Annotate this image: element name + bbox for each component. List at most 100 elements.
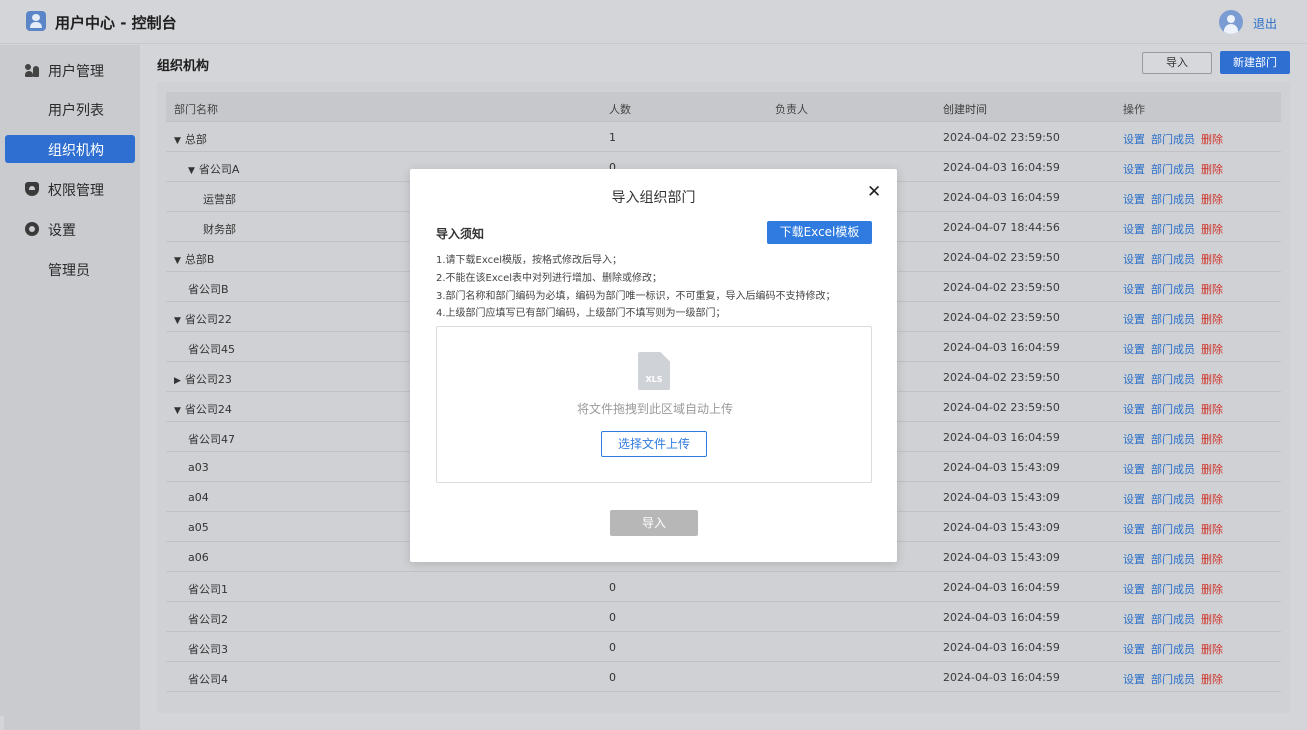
cell-ops: 设置 部门成员 删除 xyxy=(1123,581,1223,597)
header-ops: 操作 xyxy=(1123,103,1145,116)
delete-link[interactable]: 删除 xyxy=(1201,343,1223,356)
settings-link[interactable]: 设置 xyxy=(1123,193,1145,206)
settings-link[interactable]: 设置 xyxy=(1123,343,1145,356)
settings-link[interactable]: 设置 xyxy=(1123,493,1145,506)
settings-link[interactable]: 设置 xyxy=(1123,163,1145,176)
sidebar-item-label: 用户列表 xyxy=(48,103,104,119)
download-template-button[interactable]: 下载Excel模板 xyxy=(767,221,872,244)
sidebar-item-permissions[interactable]: 权限管理 xyxy=(0,175,140,203)
settings-link[interactable]: 设置 xyxy=(1123,433,1145,446)
members-link[interactable]: 部门成员 xyxy=(1151,163,1195,176)
cell-count: 0 xyxy=(609,611,616,624)
delete-link[interactable]: 删除 xyxy=(1201,643,1223,656)
settings-link[interactable]: 设置 xyxy=(1123,613,1145,626)
members-link[interactable]: 部门成员 xyxy=(1151,403,1195,416)
delete-link[interactable]: 删除 xyxy=(1201,253,1223,266)
cell-created: 2024-04-02 23:59:50 xyxy=(943,251,1060,264)
sidebar-item-admin[interactable]: 管理员 xyxy=(0,255,140,283)
settings-link[interactable]: 设置 xyxy=(1123,223,1145,236)
department-name: 省公司1 xyxy=(188,583,228,596)
cell-created: 2024-04-03 16:04:59 xyxy=(943,341,1060,354)
delete-link[interactable]: 删除 xyxy=(1201,583,1223,596)
sidebar-item-organization[interactable]: 组织机构 xyxy=(5,135,135,163)
header-owner: 负责人 xyxy=(775,103,808,116)
delete-link[interactable]: 删除 xyxy=(1201,523,1223,536)
sidebar-item-user-management[interactable]: 用户管理 xyxy=(0,56,140,84)
cell-ops: 设置 部门成员 删除 xyxy=(1123,461,1223,477)
members-link[interactable]: 部门成员 xyxy=(1151,673,1195,686)
modal-import-button[interactable]: 导入 xyxy=(610,510,698,536)
cell-name: ▼ 总部B xyxy=(174,251,214,267)
members-link[interactable]: 部门成员 xyxy=(1151,583,1195,596)
delete-link[interactable]: 删除 xyxy=(1201,613,1223,626)
settings-link[interactable]: 设置 xyxy=(1123,673,1145,686)
members-link[interactable]: 部门成员 xyxy=(1151,463,1195,476)
members-link[interactable]: 部门成员 xyxy=(1151,433,1195,446)
delete-link[interactable]: 删除 xyxy=(1201,163,1223,176)
delete-link[interactable]: 删除 xyxy=(1201,133,1223,146)
members-link[interactable]: 部门成员 xyxy=(1151,613,1195,626)
settings-link[interactable]: 设置 xyxy=(1123,133,1145,146)
settings-link[interactable]: 设置 xyxy=(1123,283,1145,296)
cell-count: 0 xyxy=(609,641,616,654)
expanded-caret-icon[interactable]: ▼ xyxy=(188,166,195,176)
members-link[interactable]: 部门成员 xyxy=(1151,133,1195,146)
cell-created: 2024-04-03 15:43:09 xyxy=(943,491,1060,504)
settings-link[interactable]: 设置 xyxy=(1123,583,1145,596)
user-avatar[interactable] xyxy=(1219,10,1243,34)
expanded-caret-icon[interactable]: ▼ xyxy=(174,406,181,416)
members-link[interactable]: 部门成员 xyxy=(1151,253,1195,266)
delete-link[interactable]: 删除 xyxy=(1201,433,1223,446)
delete-link[interactable]: 删除 xyxy=(1201,283,1223,296)
cell-name: ▼ 省公司22 xyxy=(174,311,232,327)
members-link[interactable]: 部门成员 xyxy=(1151,193,1195,206)
delete-link[interactable]: 删除 xyxy=(1201,553,1223,566)
members-link[interactable]: 部门成员 xyxy=(1151,643,1195,656)
members-link[interactable]: 部门成员 xyxy=(1151,523,1195,536)
members-link[interactable]: 部门成员 xyxy=(1151,493,1195,506)
cell-name: a03 xyxy=(188,461,209,474)
select-file-button[interactable]: 选择文件上传 xyxy=(601,431,707,457)
file-dropzone[interactable]: XLS 将文件拖拽到此区域自动上传 选择文件上传 xyxy=(436,326,872,483)
delete-link[interactable]: 删除 xyxy=(1201,313,1223,326)
cell-name: ▼ 省公司A xyxy=(188,161,239,177)
department-name: 省公司B xyxy=(188,283,229,296)
settings-link[interactable]: 设置 xyxy=(1123,553,1145,566)
settings-link[interactable]: 设置 xyxy=(1123,463,1145,476)
delete-link[interactable]: 删除 xyxy=(1201,463,1223,476)
members-link[interactable]: 部门成员 xyxy=(1151,283,1195,296)
settings-link[interactable]: 设置 xyxy=(1123,523,1145,536)
sidebar-item-settings[interactable]: 设置 xyxy=(0,215,140,243)
cell-name: 省公司B xyxy=(188,281,229,297)
settings-link[interactable]: 设置 xyxy=(1123,373,1145,386)
settings-link[interactable]: 设置 xyxy=(1123,403,1145,416)
members-link[interactable]: 部门成员 xyxy=(1151,223,1195,236)
import-button[interactable]: 导入 xyxy=(1142,52,1212,74)
settings-link[interactable]: 设置 xyxy=(1123,643,1145,656)
new-department-button[interactable]: 新建部门 xyxy=(1220,51,1290,74)
expanded-caret-icon[interactable]: ▼ xyxy=(174,316,181,326)
members-link[interactable]: 部门成员 xyxy=(1151,553,1195,566)
members-link[interactable]: 部门成员 xyxy=(1151,373,1195,386)
expanded-caret-icon[interactable]: ▼ xyxy=(174,256,181,266)
delete-link[interactable]: 删除 xyxy=(1201,193,1223,206)
sidebar-item-user-list[interactable]: 用户列表 xyxy=(0,95,140,123)
delete-link[interactable]: 删除 xyxy=(1201,493,1223,506)
logout-link[interactable]: 退出 xyxy=(1253,15,1277,32)
cell-name: 省公司1 xyxy=(188,581,228,597)
delete-link[interactable]: 删除 xyxy=(1201,373,1223,386)
members-link[interactable]: 部门成员 xyxy=(1151,343,1195,356)
department-name: 总部B xyxy=(184,253,215,266)
department-name: a06 xyxy=(188,551,209,564)
collapsed-caret-icon[interactable]: ▶ xyxy=(174,376,181,386)
cell-ops: 设置 部门成员 删除 xyxy=(1123,311,1223,327)
members-link[interactable]: 部门成员 xyxy=(1151,313,1195,326)
delete-link[interactable]: 删除 xyxy=(1201,403,1223,416)
delete-link[interactable]: 删除 xyxy=(1201,673,1223,686)
close-icon[interactable]: ✕ xyxy=(867,182,881,202)
cell-created: 2024-04-02 23:59:50 xyxy=(943,401,1060,414)
settings-link[interactable]: 设置 xyxy=(1123,253,1145,266)
delete-link[interactable]: 删除 xyxy=(1201,223,1223,236)
settings-link[interactable]: 设置 xyxy=(1123,313,1145,326)
expanded-caret-icon[interactable]: ▼ xyxy=(174,136,181,146)
